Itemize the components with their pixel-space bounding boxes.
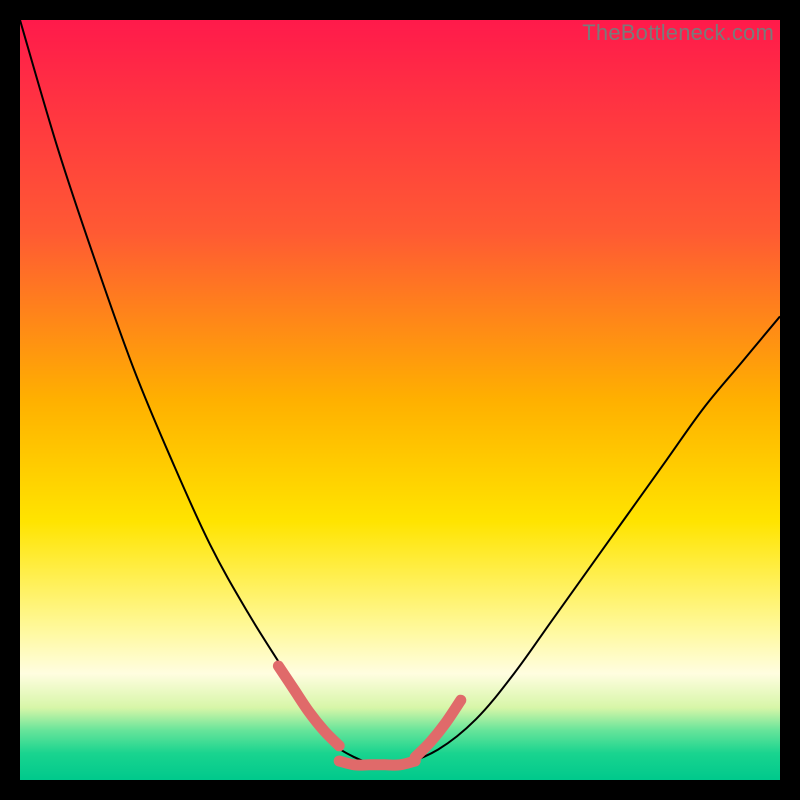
bottleneck-chart — [20, 20, 780, 780]
series-highlight-bottom — [339, 761, 415, 765]
gradient-background — [20, 20, 780, 780]
chart-frame: TheBottleneck.com — [20, 20, 780, 780]
